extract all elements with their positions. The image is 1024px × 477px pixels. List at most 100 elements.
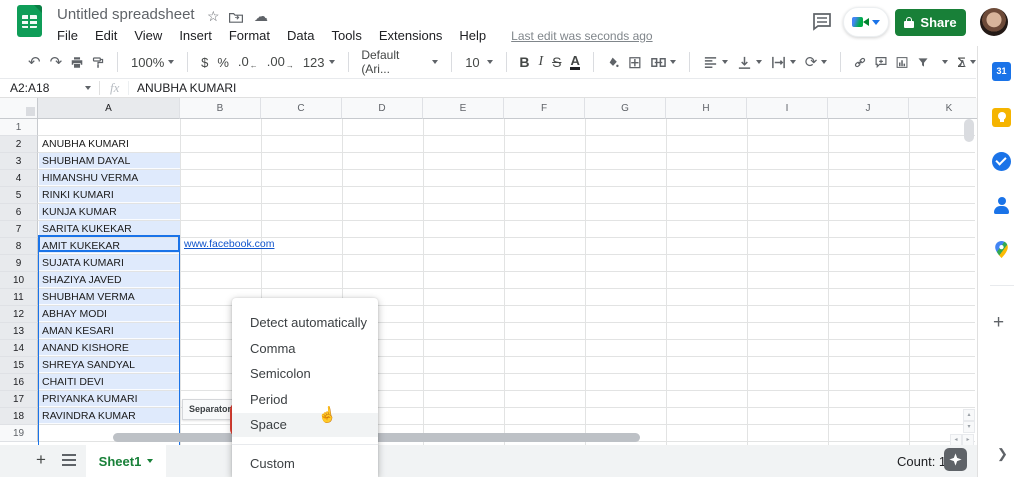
merge-cells-button[interactable] — [651, 55, 676, 70]
column-header-A[interactable]: A — [38, 98, 180, 119]
select-all-corner[interactable] — [0, 98, 38, 119]
all-sheets-icon[interactable] — [62, 454, 76, 466]
cell-a7[interactable]: SARITA KUKEKAR — [39, 221, 180, 237]
row-header-13[interactable]: 13 — [0, 323, 38, 340]
row-header-12[interactable]: 12 — [0, 306, 38, 323]
document-title[interactable]: Untitled spreadsheet — [57, 6, 195, 23]
paint-format-icon[interactable] — [92, 55, 104, 70]
user-avatar[interactable] — [980, 8, 1008, 36]
insert-chart-icon[interactable] — [896, 55, 908, 70]
sheet-tab-menu-icon[interactable] — [147, 459, 153, 463]
share-button[interactable]: Share — [895, 9, 966, 36]
row-header-17[interactable]: 17 — [0, 391, 38, 408]
fill-color-icon[interactable] — [607, 55, 619, 70]
cell-a9[interactable]: SUJATA KUMARI — [39, 255, 180, 271]
scroll-down-button[interactable]: ▾ — [963, 421, 975, 433]
horizontal-align-button[interactable] — [703, 55, 728, 70]
decrease-decimal-button[interactable]: .0← — [238, 54, 258, 70]
meet-dropdown-icon[interactable] — [872, 20, 880, 25]
menu-file[interactable]: File — [57, 28, 78, 43]
bold-button[interactable]: B — [519, 54, 529, 70]
column-header-B[interactable]: B — [180, 98, 261, 119]
row-header-18[interactable]: 18 — [0, 408, 38, 425]
column-header-F[interactable]: F — [504, 98, 585, 119]
collapse-toolbar-icon[interactable]: ∧ — [958, 56, 967, 70]
row-header-9[interactable]: 9 — [0, 255, 38, 272]
menu-insert[interactable]: Insert — [179, 28, 212, 43]
formula-input[interactable]: ANUBHA KUMARI — [137, 81, 236, 95]
name-box[interactable]: A2:A18 — [0, 79, 99, 97]
sheets-logo-icon[interactable] — [17, 5, 42, 37]
menu-view[interactable]: View — [134, 28, 162, 43]
sheet-tab-sheet1[interactable]: Sheet1 — [86, 445, 166, 477]
contacts-icon[interactable] — [992, 196, 1011, 215]
zoom-select[interactable]: 100% — [131, 55, 174, 70]
column-header-J[interactable]: J — [828, 98, 909, 119]
insert-comment-icon[interactable] — [875, 55, 887, 70]
tasks-icon[interactable] — [992, 152, 1011, 171]
row-header-11[interactable]: 11 — [0, 289, 38, 306]
increase-decimal-button[interactable]: .00→ — [267, 54, 294, 70]
filter-icon[interactable] — [917, 55, 929, 70]
menu-item-comma[interactable]: Comma — [232, 337, 378, 361]
text-rotation-button[interactable]: ⟳ — [805, 55, 828, 70]
strikethrough-button[interactable]: S — [552, 54, 561, 70]
cell-a13[interactable]: AMAN KESARI — [39, 323, 180, 339]
menu-item-custom[interactable]: Custom — [232, 452, 378, 476]
row-header-15[interactable]: 15 — [0, 357, 38, 374]
column-header-D[interactable]: D — [342, 98, 423, 119]
menu-item-semicolon[interactable]: Semicolon — [232, 362, 378, 386]
cell-a17[interactable]: PRIYANKA KUMARI — [39, 391, 180, 407]
text-color-button[interactable]: A — [570, 54, 579, 71]
redo-icon[interactable]: ↷ — [50, 55, 63, 70]
row-header-8[interactable]: 8 — [0, 238, 38, 255]
borders-icon[interactable]: ⊞ — [628, 54, 642, 71]
row-header-19[interactable]: 19 — [0, 425, 38, 442]
row-header-1[interactable]: 1 — [0, 119, 38, 136]
cell-a6[interactable]: KUNJA KUMAR — [39, 204, 180, 220]
more-formats-select[interactable]: 123 — [303, 55, 335, 70]
cell-a5[interactable]: RINKI KUMARI — [39, 187, 180, 203]
column-header-I[interactable]: I — [747, 98, 828, 119]
add-sheet-button[interactable]: + — [36, 450, 46, 470]
expand-panel-icon[interactable]: ❯ — [997, 446, 1008, 462]
format-currency-button[interactable]: $ — [201, 55, 208, 70]
row-header-5[interactable]: 5 — [0, 187, 38, 204]
star-icon[interactable]: ☆ — [207, 8, 220, 25]
cell-a16[interactable]: CHAITI DEVI — [39, 374, 180, 390]
scroll-up-button[interactable]: ▴ — [963, 409, 975, 421]
column-header-G[interactable]: G — [585, 98, 666, 119]
row-header-10[interactable]: 10 — [0, 272, 38, 289]
row-header-16[interactable]: 16 — [0, 374, 38, 391]
maps-icon[interactable] — [992, 240, 1011, 259]
comment-history-icon[interactable] — [812, 12, 832, 36]
keep-icon[interactable] — [992, 108, 1011, 127]
menu-extensions[interactable]: Extensions — [379, 28, 443, 43]
menu-help[interactable]: Help — [459, 28, 486, 43]
cell-a14[interactable]: ANAND KISHORE — [39, 340, 180, 356]
cell-a18[interactable]: RAVINDRA KUMAR — [39, 408, 180, 424]
last-edit-link[interactable]: Last edit was seconds ago — [511, 28, 652, 43]
print-icon[interactable] — [71, 55, 83, 70]
menu-item-space[interactable]: Space — [232, 413, 378, 437]
explore-button[interactable] — [944, 448, 967, 471]
row-header-3[interactable]: 3 — [0, 153, 38, 170]
cell-a8[interactable]: AMIT KUKEKAR — [39, 238, 180, 254]
cell-a3[interactable]: SHUBHAM DAYAL — [39, 153, 180, 169]
meet-button[interactable] — [843, 7, 889, 37]
vertical-align-button[interactable] — [737, 55, 762, 70]
row-header-6[interactable]: 6 — [0, 204, 38, 221]
add-addon-icon[interactable]: + — [993, 312, 1004, 334]
cell-a10[interactable]: SHAZIYA JAVED — [39, 272, 180, 288]
cell-a12[interactable]: ABHAY MODI — [39, 306, 180, 322]
menu-item-detect-automatically[interactable]: Detect automatically — [232, 311, 378, 335]
row-header-14[interactable]: 14 — [0, 340, 38, 357]
cell-a15[interactable]: SHREYA SANDYAL — [39, 357, 180, 373]
column-header-E[interactable]: E — [423, 98, 504, 119]
font-size-select[interactable]: 10 — [465, 55, 492, 70]
column-header-C[interactable]: C — [261, 98, 342, 119]
row-header-2[interactable]: 2 — [0, 136, 38, 153]
row-header-7[interactable]: 7 — [0, 221, 38, 238]
format-percent-button[interactable]: % — [217, 55, 229, 70]
menu-item-period[interactable]: Period — [232, 388, 378, 412]
